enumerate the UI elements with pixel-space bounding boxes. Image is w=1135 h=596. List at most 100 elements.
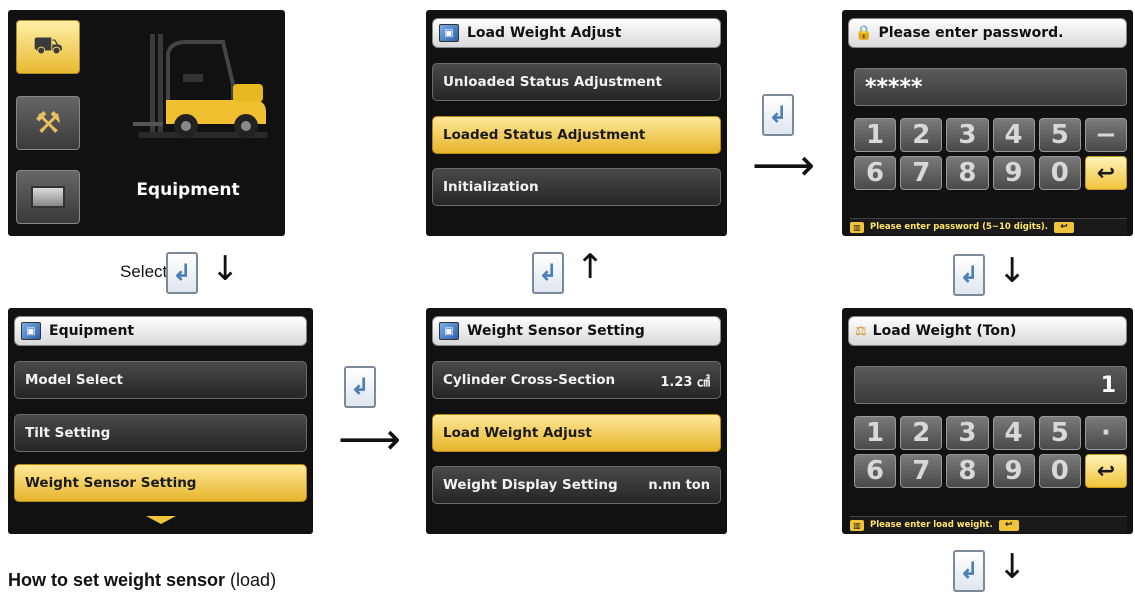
right-arrow-2: ⟶ — [752, 140, 816, 191]
key-2[interactable]: 2 — [900, 118, 943, 152]
menu-item-label: Tilt Setting — [25, 425, 111, 441]
key-1[interactable]: 1 — [854, 118, 897, 152]
key-9[interactable]: 9 — [992, 156, 1035, 190]
menu-item-initialization[interactable]: Initialization — [432, 168, 721, 206]
weight-sensor-screen: ▣ Weight Sensor Setting Cylinder Cross-S… — [426, 308, 727, 534]
load-weight-status-bar: ▥ Please enter load weight. ↩ — [850, 516, 1127, 533]
load-weight-header: ⚖ Load Weight (Ton) — [848, 316, 1127, 346]
password-keypad: 1 2 3 4 5 − 6 7 8 9 0 ↩ — [854, 118, 1127, 190]
load-weight-hint: Please enter load weight. — [870, 520, 993, 530]
key-minus[interactable]: − — [1084, 118, 1127, 152]
forklift-menu-button[interactable]: ⛟ — [16, 20, 80, 74]
right-arrow-1: ⟶ — [338, 414, 402, 465]
down-arrow-1: ↓ — [211, 249, 240, 289]
menu-item-weight-sensor-setting[interactable]: Weight Sensor Setting — [14, 464, 307, 502]
key-7[interactable]: 7 — [900, 156, 943, 190]
forklift-icon: ⛟ — [32, 32, 64, 59]
menu-item-unloaded-status-adjustment[interactable]: Unloaded Status Adjustment — [432, 63, 721, 101]
password-hint: Please enter password (5~10 digits). — [870, 222, 1049, 232]
menu-item-model-select[interactable]: Model Select — [14, 361, 307, 399]
menu-item-loaded-status-adjustment[interactable]: Loaded Status Adjustment — [432, 116, 721, 154]
menu-item-value: n.nn ton — [648, 477, 710, 493]
caption-normal: (load) — [230, 570, 277, 590]
enter-key-icon: ↲ — [166, 252, 198, 294]
key-enter[interactable]: ↩ — [1084, 156, 1127, 190]
menu-item-weight-display-setting[interactable]: Weight Display Setting n.nn ton — [432, 466, 721, 504]
key-9[interactable]: 9 — [992, 454, 1035, 488]
key-4[interactable]: 4 — [992, 118, 1035, 152]
key-3[interactable]: 3 — [946, 118, 989, 152]
lock-icon: 🔒 — [855, 25, 873, 41]
menu-item-value: 1.23 ㎠ — [660, 374, 710, 390]
menu-item-label: Cylinder Cross-Section — [443, 372, 616, 388]
scroll-down-indicator-icon[interactable] — [146, 516, 176, 524]
key-1[interactable]: 1 — [854, 416, 897, 450]
key-decimal[interactable]: · — [1084, 416, 1127, 450]
key-enter[interactable]: ↩ — [1084, 454, 1127, 488]
password-status-bar: ▥ Please enter password (5~10 digits). ↩ — [850, 218, 1127, 235]
wrench-screwdriver-icon: ⚒ — [34, 106, 62, 140]
monitor-icon — [31, 186, 65, 208]
password-screen: 🔒 Please enter password. ***** 1 2 3 4 5… — [842, 10, 1133, 236]
key-0[interactable]: 0 — [1038, 454, 1081, 488]
load-weight-field[interactable]: 1 — [854, 366, 1127, 404]
enter-hint-icon: ↩ — [998, 519, 1019, 531]
menu-item-label: Loaded Status Adjustment — [443, 127, 646, 143]
key-5[interactable]: 5 — [1038, 118, 1081, 152]
enter-key-icon: ↲ — [344, 366, 376, 408]
load-adjust-header-icon: ▣ — [439, 24, 459, 42]
caption: How to set weight sensor (load) — [8, 570, 276, 591]
forklift-illustration — [133, 34, 268, 138]
menu-item-label: Model Select — [25, 372, 123, 388]
enter-key-icon: ↲ — [532, 252, 564, 294]
key-7[interactable]: 7 — [900, 454, 943, 488]
info-icon: ▥ — [850, 519, 864, 531]
load-weight-keypad: 1 2 3 4 5 · 6 7 8 9 0 ↩ — [854, 416, 1127, 488]
key-8[interactable]: 8 — [946, 156, 989, 190]
enter-key-icon: ↲ — [953, 550, 985, 592]
key-6[interactable]: 6 — [854, 156, 897, 190]
display-menu-button[interactable] — [16, 170, 80, 224]
menu-item-tilt-setting[interactable]: Tilt Setting — [14, 414, 307, 452]
equipment-header-icon: ▣ — [21, 322, 41, 340]
key-6[interactable]: 6 — [854, 454, 897, 488]
info-icon: ▥ — [850, 221, 864, 233]
key-8[interactable]: 8 — [946, 454, 989, 488]
caption-bold: How to set weight sensor — [8, 570, 226, 590]
equipment-header: ▣ Equipment — [14, 316, 307, 346]
enter-key-icon: ↲ — [953, 254, 985, 296]
load-adjust-header: ▣ Load Weight Adjust — [432, 18, 721, 48]
menu-item-load-weight-adjust[interactable]: Load Weight Adjust — [432, 414, 721, 452]
weight-sensor-header-title: Weight Sensor Setting — [467, 323, 645, 339]
enter-hint-icon: ↩ — [1054, 221, 1075, 233]
menu-item-label: Weight Display Setting — [443, 477, 618, 493]
weight-sensor-header-icon: ▣ — [439, 322, 459, 340]
tools-menu-button[interactable]: ⚒ — [16, 96, 80, 150]
equipment-screen: ▣ Equipment Model Select Tilt Setting We… — [8, 308, 313, 534]
menu-item-label: Weight Sensor Setting — [25, 475, 197, 491]
load-adjust-header-title: Load Weight Adjust — [467, 25, 622, 41]
select-label: Select — [120, 262, 168, 281]
key-3[interactable]: 3 — [946, 416, 989, 450]
weight-sensor-header: ▣ Weight Sensor Setting — [432, 316, 721, 346]
menu-item-cylinder-cross-section[interactable]: Cylinder Cross-Section 1.23 ㎠ — [432, 361, 721, 399]
equipment-header-title: Equipment — [49, 323, 135, 339]
down-arrow-2: ↓ — [998, 251, 1027, 291]
password-header: 🔒 Please enter password. — [848, 18, 1127, 48]
menu-item-label: Unloaded Status Adjustment — [443, 74, 662, 90]
password-field[interactable]: ***** — [854, 68, 1127, 106]
down-arrow-3: ↓ — [998, 547, 1027, 587]
up-arrow-1: ↑ — [576, 247, 605, 287]
load-weight-value: 1 — [1100, 372, 1116, 398]
load-weight-screen: ⚖ Load Weight (Ton) 1 1 2 3 4 5 · 6 7 8 … — [842, 308, 1133, 534]
menu-item-label: Load Weight Adjust — [443, 425, 592, 441]
menu-item-label: Initialization — [443, 179, 539, 195]
load-weight-header-title: Load Weight (Ton) — [872, 323, 1017, 339]
enter-key-icon: ↲ — [762, 94, 794, 136]
key-4[interactable]: 4 — [992, 416, 1035, 450]
key-2[interactable]: 2 — [900, 416, 943, 450]
key-0[interactable]: 0 — [1038, 156, 1081, 190]
load-weight-adjust-screen: ▣ Load Weight Adjust Unloaded Status Adj… — [426, 10, 727, 236]
key-5[interactable]: 5 — [1038, 416, 1081, 450]
password-header-title: Please enter password. — [878, 25, 1064, 41]
